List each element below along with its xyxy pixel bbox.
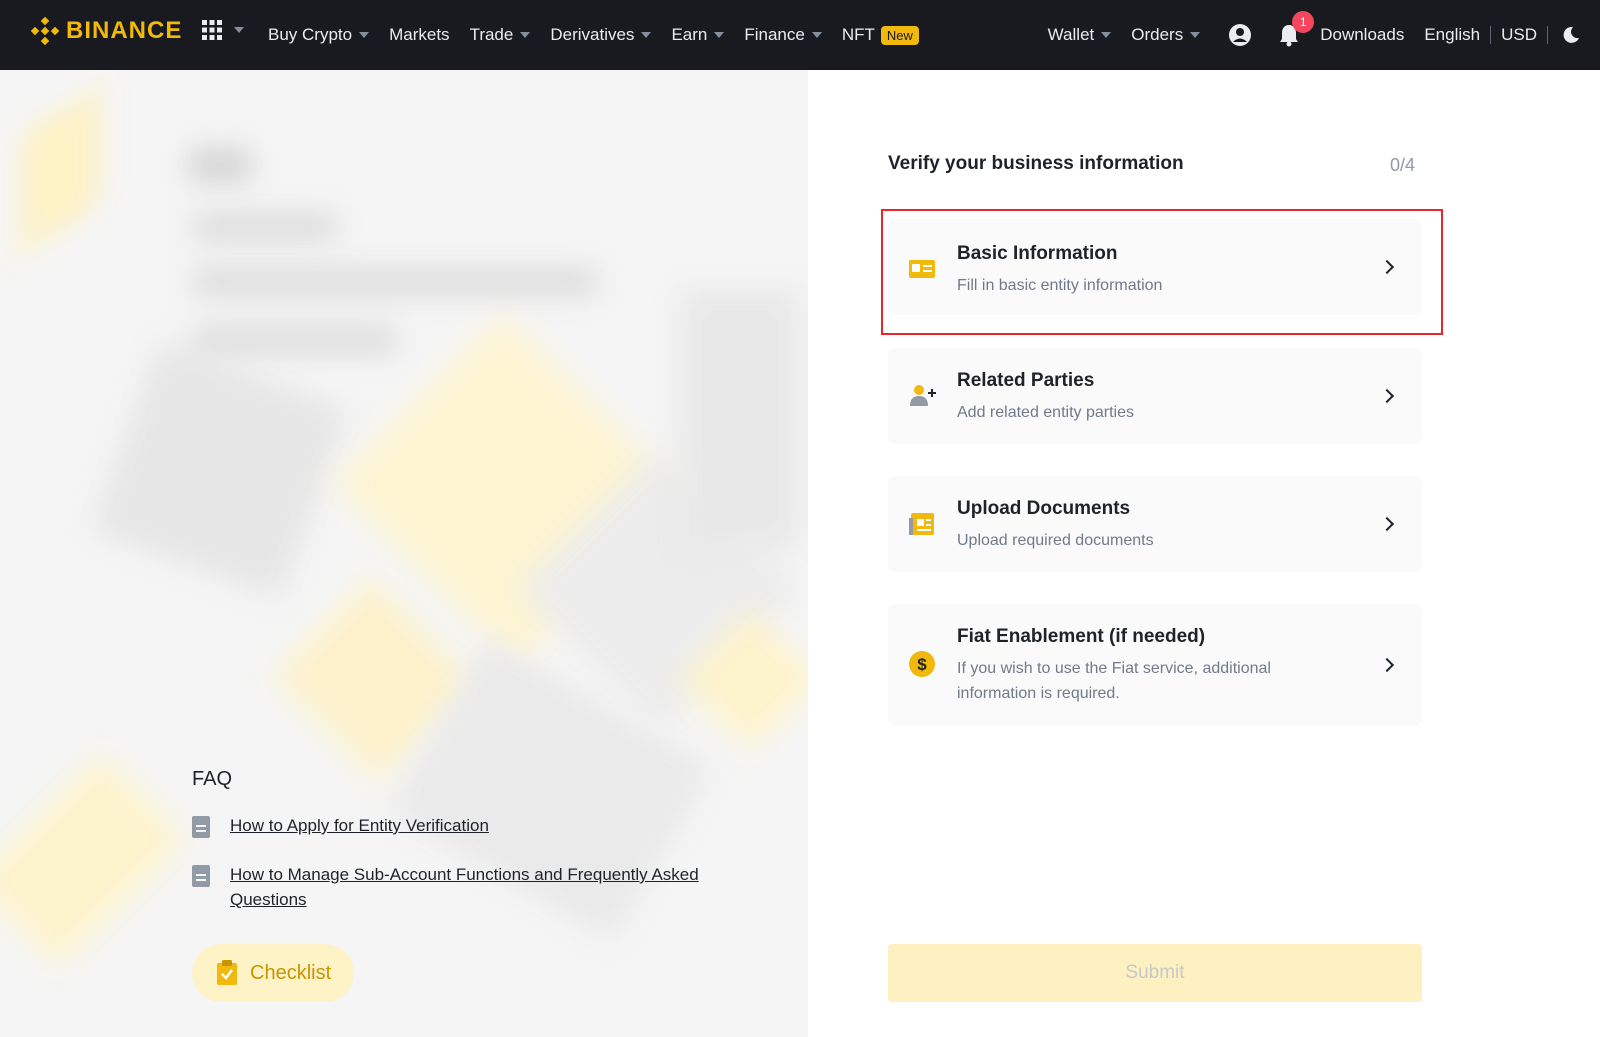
- chevron-down-icon: [641, 32, 652, 38]
- svg-text:$: $: [917, 655, 927, 674]
- verify-title: Verify your business information: [888, 153, 1184, 174]
- chevron-down-icon: [359, 32, 370, 38]
- background-decoration: [195, 328, 395, 352]
- nav-nft[interactable]: NFT New: [842, 25, 919, 45]
- background-decoration: [20, 86, 100, 254]
- document-icon: [909, 513, 934, 535]
- related-parties-card[interactable]: Related Parties Add related entity parti…: [888, 348, 1422, 444]
- theme-toggle[interactable]: [1562, 26, 1580, 44]
- highlight-box: [881, 209, 1443, 335]
- chevron-down-icon: [1101, 32, 1112, 38]
- document-icon: [192, 865, 210, 887]
- add-person-icon: [910, 385, 936, 406]
- nav-label: Earn: [671, 25, 708, 44]
- faq-section: FAQ How to Apply for Entity Verification…: [192, 768, 699, 909]
- apps-menu[interactable]: [202, 20, 244, 40]
- document-icon: [192, 816, 210, 838]
- verify-progress: 0/4: [1390, 155, 1416, 175]
- nav-label: Downloads: [1320, 25, 1405, 44]
- card-title: Related Parties: [957, 370, 1095, 391]
- nav-downloads[interactable]: Downloads: [1320, 25, 1404, 45]
- grid-icon: [202, 20, 222, 40]
- card-description: Upload required documents: [957, 532, 1154, 549]
- chevron-right-icon: [1379, 388, 1395, 404]
- dollar-coin-icon: $: [909, 651, 935, 677]
- nav-label: Derivatives: [550, 25, 635, 44]
- notification-count-badge: 1: [1292, 11, 1315, 33]
- divider: [1490, 26, 1492, 44]
- nav-orders[interactable]: Orders: [1131, 25, 1201, 45]
- nav-earn[interactable]: Earn: [671, 25, 725, 45]
- language-selector[interactable]: English: [1424, 25, 1480, 45]
- faq-title: FAQ: [192, 768, 233, 790]
- chevron-down-icon: [811, 32, 822, 38]
- nav-trade[interactable]: Trade: [470, 25, 531, 45]
- upload-documents-card[interactable]: Upload Documents Upload required documen…: [888, 476, 1422, 572]
- nav-label: Trade: [469, 25, 514, 44]
- background-decoration: [680, 290, 800, 550]
- currency-selector[interactable]: USD: [1501, 25, 1537, 45]
- brand-name: BINANCE: [66, 17, 183, 44]
- clipboard-check-icon: [217, 960, 237, 985]
- binance-logo[interactable]: BINANCE: [30, 16, 182, 46]
- faq-item[interactable]: How to Apply for Entity Verification: [192, 813, 732, 838]
- chevron-down-icon: [1190, 32, 1201, 38]
- nav-markets[interactable]: Markets: [389, 25, 449, 45]
- nav-derivatives[interactable]: Derivatives: [550, 25, 652, 45]
- fiat-enablement-card[interactable]: $ Fiat Enablement (if needed) If you wis…: [888, 604, 1422, 726]
- nav-label: Buy Crypto: [268, 25, 353, 44]
- chevron-right-icon: [1379, 516, 1395, 532]
- background-decoration: [195, 215, 335, 239]
- user-icon: [1229, 24, 1252, 46]
- chevron-right-icon: [1379, 657, 1395, 673]
- nav-label: Orders: [1131, 25, 1184, 44]
- submit-button[interactable]: Submit: [888, 944, 1422, 1002]
- nav-label: Markets: [389, 25, 450, 44]
- right-nav: Wallet Orders 1 Downloads English USD: [1048, 0, 1600, 70]
- faq-link[interactable]: How to Manage Sub-Account Functions and …: [230, 862, 732, 912]
- background-decoration: [195, 270, 595, 294]
- background-decoration: [91, 341, 349, 599]
- nav-label: Wallet: [1047, 25, 1095, 44]
- nav-label: NFT: [841, 25, 875, 44]
- main-nav: Buy Crypto Markets Trade Derivatives Ear…: [268, 0, 939, 70]
- faq-item[interactable]: How to Manage Sub-Account Functions and …: [192, 862, 732, 912]
- binance-logo-icon: [30, 16, 60, 46]
- card-title: Fiat Enablement (if needed): [957, 626, 1206, 647]
- nav-finance[interactable]: Finance: [744, 25, 822, 45]
- new-badge: New: [880, 25, 919, 45]
- nav-label: Finance: [744, 25, 805, 44]
- nav-label: USD: [1501, 25, 1537, 44]
- nav-wallet[interactable]: Wallet: [1048, 25, 1112, 45]
- nav-buy-crypto[interactable]: Buy Crypto: [268, 25, 370, 45]
- moon-icon: [1563, 26, 1579, 43]
- nav-label: English: [1424, 25, 1481, 44]
- background-decoration: [0, 753, 187, 967]
- checklist-button[interactable]: Checklist: [192, 944, 354, 1002]
- checklist-label: Checklist: [250, 961, 332, 984]
- card-description: Add related entity parties: [957, 404, 1134, 421]
- card-description: If you wish to use the Fiat service, add…: [957, 660, 1271, 702]
- chevron-down-icon: [520, 32, 531, 38]
- notifications-button[interactable]: 1: [1278, 11, 1315, 47]
- chevron-down-icon: [714, 32, 725, 38]
- top-navbar: BINANCE Buy Crypto Markets Trade Derivat…: [0, 0, 1600, 70]
- divider: [1547, 26, 1548, 44]
- account-button[interactable]: [1228, 23, 1252, 47]
- chevron-down-icon: [234, 27, 244, 33]
- background-decoration: [190, 150, 250, 180]
- faq-link[interactable]: How to Apply for Entity Verification: [230, 813, 489, 838]
- card-title: Upload Documents: [957, 498, 1131, 519]
